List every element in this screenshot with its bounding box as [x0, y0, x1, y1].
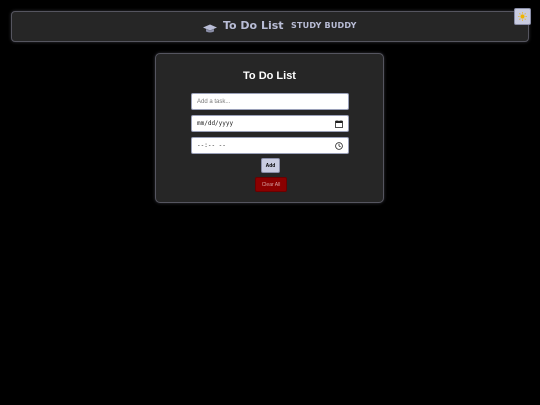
graduation-cap-icon	[203, 21, 217, 32]
clear-all-button[interactable]: Clear All	[255, 177, 287, 192]
card-title: To Do List	[243, 70, 296, 82]
calendar-icon[interactable]	[335, 119, 343, 128]
navbar: To Do List STUDY BUDDY	[11, 11, 529, 42]
brand[interactable]: To Do List	[203, 19, 284, 32]
nav-link-study-buddy[interactable]: STUDY BUDDY	[291, 21, 357, 30]
task-input-placeholder: Add a task...	[197, 98, 231, 105]
task-input[interactable]: Add a task...	[191, 93, 349, 110]
add-button[interactable]: Add	[261, 158, 280, 173]
theme-toggle-button[interactable]	[514, 8, 531, 25]
sun-icon	[518, 9, 527, 24]
clock-icon[interactable]	[335, 141, 343, 150]
time-input[interactable]: --:-- --	[191, 137, 349, 154]
date-input[interactable]: mm/dd/yyyy	[191, 115, 349, 132]
time-input-value: --:-- --	[197, 142, 226, 149]
date-input-value: mm/dd/yyyy	[197, 120, 234, 127]
todo-card: To Do List Add a task... mm/dd/yyyy --:-…	[155, 53, 384, 203]
brand-title: To Do List	[223, 19, 284, 32]
